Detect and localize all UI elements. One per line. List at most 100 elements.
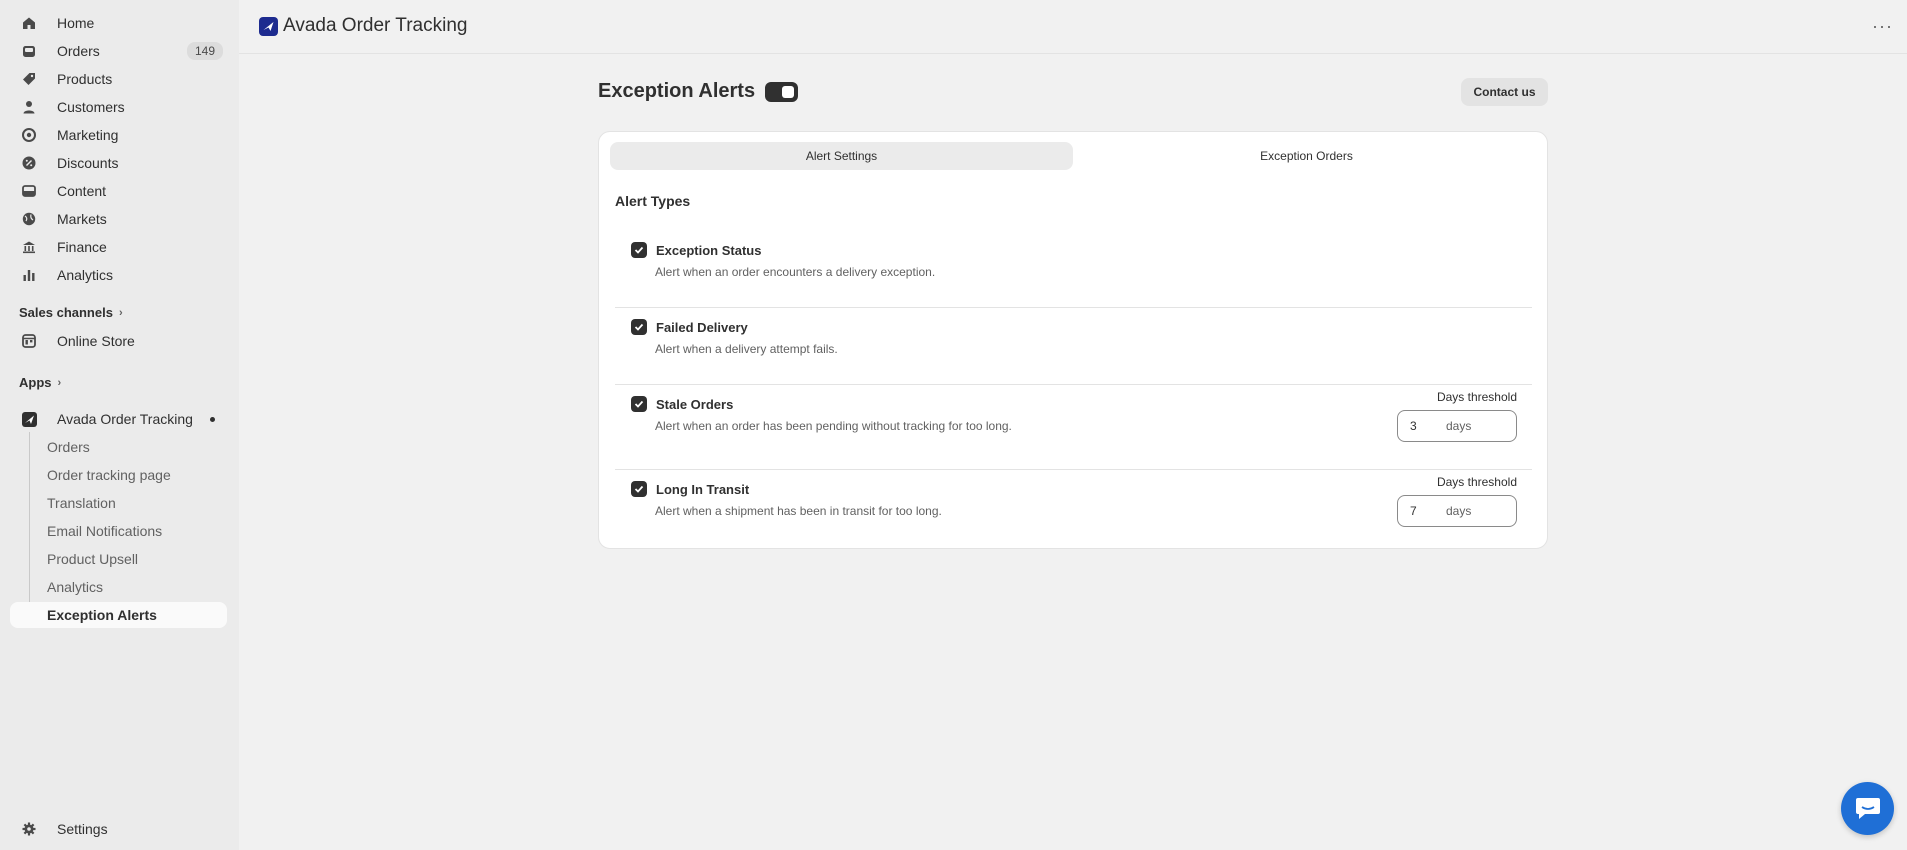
alert-description: Alert when an order encounters a deliver… [655, 265, 936, 279]
sidebar-item-discounts[interactable]: Discounts [10, 149, 227, 177]
sidebar-item-avada-order-tracking[interactable]: Avada Order Tracking [10, 405, 227, 433]
sidebar-item-settings[interactable]: Settings [10, 815, 227, 843]
sidebar-item-label: Markets [57, 211, 107, 227]
sidebar-item-analytics[interactable]: Analytics [10, 261, 227, 289]
stale-orders-days-input[interactable]: 3 days [1397, 410, 1517, 442]
alert-row-stale-orders: Stale Orders Alert when an order has bee… [615, 385, 1532, 470]
sub-item-label: Email Notifications [47, 523, 163, 539]
sidebar-item-customers[interactable]: Customers [10, 93, 227, 121]
long-in-transit-days-input[interactable]: 7 days [1397, 495, 1517, 527]
content-icon [21, 183, 37, 199]
gear-icon [21, 821, 37, 837]
app-sub-item-orders[interactable]: Orders [10, 434, 227, 460]
sidebar-item-content[interactable]: Content [10, 177, 227, 205]
sidebar-item-orders[interactable]: Orders 149 [10, 37, 227, 65]
app-sub-item-exception-alerts[interactable]: Exception Alerts [10, 602, 227, 628]
sidebar-item-finance[interactable]: Finance [10, 233, 227, 261]
contact-us-button[interactable]: Contact us [1461, 78, 1548, 106]
pin-dot-icon [210, 417, 215, 422]
sub-item-label: Exception Alerts [47, 607, 157, 623]
alert-name: Exception Status [656, 243, 762, 258]
sidebar-item-label: Customers [57, 99, 125, 115]
tag-icon [21, 71, 37, 87]
alert-description: Alert when an order has been pending wit… [655, 419, 1012, 433]
tab-alert-settings[interactable]: Alert Settings [610, 142, 1073, 170]
alert-name: Failed Delivery [656, 320, 748, 335]
apps-label: Apps [19, 375, 52, 390]
sidebar-item-label: Online Store [57, 333, 135, 349]
chat-icon [1855, 797, 1880, 819]
app-sub-item-analytics[interactable]: Analytics [10, 574, 227, 600]
input-value: 7 [1410, 504, 1417, 518]
sidebar-item-label: Discounts [57, 155, 119, 171]
sidebar-item-products[interactable]: Products [10, 65, 227, 93]
sidebar-item-label: Content [57, 183, 107, 199]
alerts-enabled-toggle[interactable] [765, 82, 798, 102]
sidebar-item-label: Orders [57, 43, 100, 59]
sidebar-item-label: Analytics [57, 267, 114, 283]
app-title: Avada Order Tracking [283, 15, 468, 36]
sidebar: Home Orders 149 Products Customers Marke… [0, 0, 239, 850]
discount-icon [21, 155, 37, 171]
sidebar-item-label: Products [57, 71, 113, 87]
alert-row-failed-delivery: Failed Delivery Alert when a delivery at… [615, 308, 1532, 385]
alert-description: Alert when a shipment has been in transi… [655, 504, 942, 518]
alert-name: Long In Transit [656, 482, 750, 497]
input-unit: days [1446, 419, 1472, 433]
sales-channels-label: Sales channels [19, 305, 113, 320]
sidebar-item-label: Avada Order Tracking [57, 411, 193, 427]
sidebar-item-online-store[interactable]: Online Store [10, 327, 227, 355]
failed-delivery-checkbox[interactable] [631, 319, 647, 335]
days-threshold-label: Days threshold [1436, 475, 1517, 489]
alert-settings-card: Alert Settings Exception Orders Alert Ty… [598, 131, 1548, 549]
sidebar-item-home[interactable]: Home [10, 9, 227, 37]
alert-name: Stale Orders [656, 397, 734, 412]
more-options-icon[interactable]: ··· [1872, 16, 1893, 37]
target-icon [21, 127, 37, 143]
input-unit: days [1446, 504, 1472, 518]
sales-channels-heading[interactable]: Sales channels › [19, 305, 123, 320]
app-sub-item-email-notifications[interactable]: Email Notifications [10, 518, 227, 544]
orders-icon [21, 43, 37, 59]
alert-row-long-in-transit: Long In Transit Alert when a shipment ha… [615, 470, 1532, 548]
sidebar-item-label: Settings [57, 821, 108, 837]
sub-item-label: Translation [47, 495, 116, 511]
home-icon [21, 15, 37, 31]
store-icon [21, 333, 37, 349]
sidebar-item-label: Home [57, 15, 95, 31]
bank-icon [21, 239, 37, 255]
chat-support-button[interactable] [1841, 782, 1894, 835]
sidebar-item-label: Marketing [57, 127, 119, 143]
chevron-right-icon: › [57, 376, 62, 389]
bar-chart-icon [21, 267, 37, 283]
app-sub-item-order-tracking-page[interactable]: Order tracking page [10, 462, 227, 488]
stale-orders-checkbox[interactable] [631, 396, 647, 412]
sub-item-label: Analytics [47, 579, 104, 595]
alert-types-heading: Alert Types [615, 193, 691, 209]
person-icon [21, 99, 37, 115]
app-logo-icon [259, 17, 278, 36]
alert-row-exception-status: Exception Status Alert when an order enc… [615, 231, 1532, 308]
app-sub-item-product-upsell[interactable]: Product Upsell [10, 546, 227, 572]
input-value: 3 [1410, 419, 1417, 433]
sub-item-label: Orders [47, 439, 90, 455]
exception-status-checkbox[interactable] [631, 242, 647, 258]
app-sub-item-translation[interactable]: Translation [10, 490, 227, 516]
chevron-right-icon: › [118, 306, 123, 319]
days-threshold-label: Days threshold [1436, 390, 1517, 404]
app-logo-icon [21, 411, 37, 427]
sidebar-item-label: Finance [57, 239, 107, 255]
long-in-transit-checkbox[interactable] [631, 481, 647, 497]
tab-exception-orders[interactable]: Exception Orders [1075, 142, 1538, 170]
globe-icon [21, 211, 37, 227]
sidebar-item-marketing[interactable]: Marketing [10, 121, 227, 149]
app-topbar: Avada Order Tracking ··· [239, 0, 1907, 54]
apps-heading[interactable]: Apps › [19, 375, 61, 390]
sub-item-label: Product Upsell [47, 551, 139, 567]
sub-item-label: Order tracking page [47, 467, 171, 483]
orders-count-badge: 149 [186, 42, 223, 60]
page-title: Exception Alerts [598, 80, 756, 102]
sidebar-item-markets[interactable]: Markets [10, 205, 227, 233]
toggle-knob [782, 86, 794, 98]
alert-description: Alert when a delivery attempt fails. [655, 342, 838, 356]
